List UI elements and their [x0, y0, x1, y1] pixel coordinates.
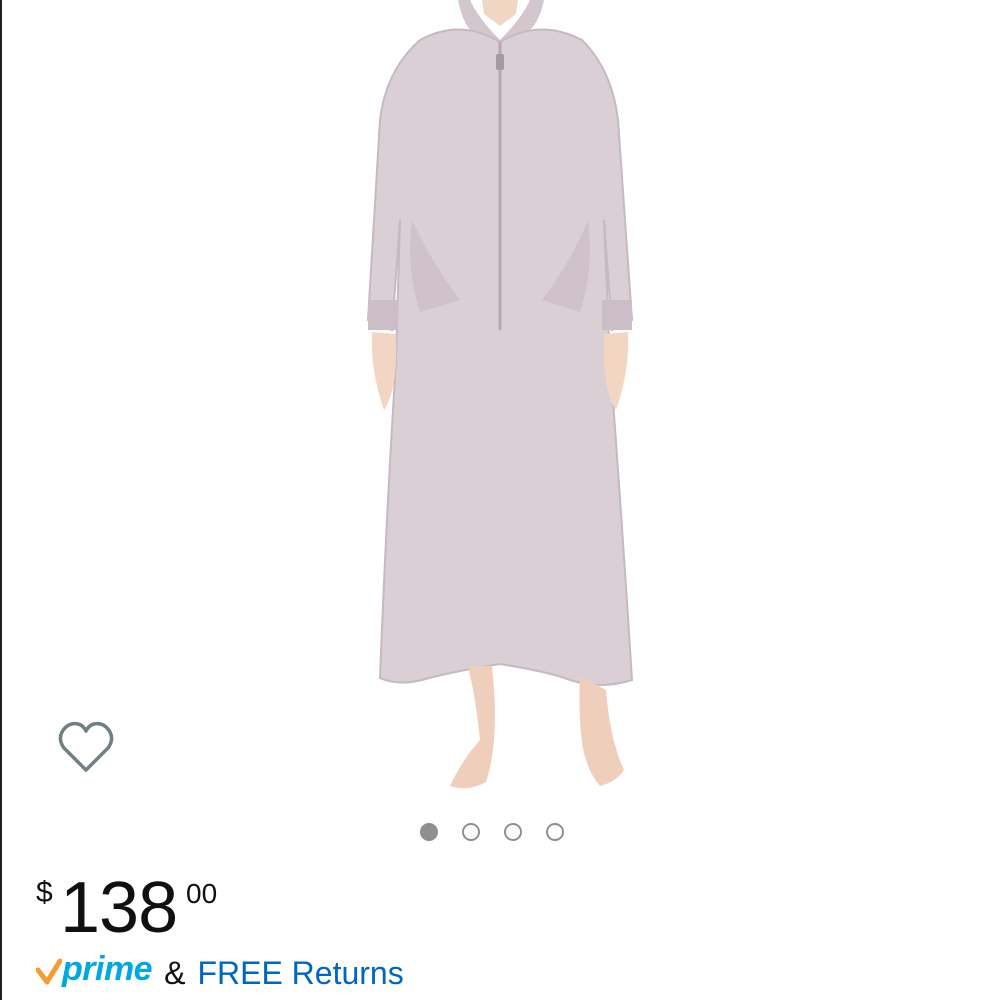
image-carousel-dots [420, 820, 564, 844]
carousel-dot[interactable] [420, 823, 438, 841]
prime-shipping-row: prime & FREE Returns [36, 950, 404, 996]
prime-logo-text: prime [62, 949, 153, 988]
free-returns-link[interactable]: FREE Returns [197, 955, 403, 992]
carousel-dot[interactable] [462, 823, 480, 841]
right-foot [579, 676, 624, 786]
screen-left-edge [0, 0, 2, 1000]
carousel-dot[interactable] [504, 823, 522, 841]
price-fraction: 00 [186, 878, 218, 909]
zipper-pull [496, 54, 504, 70]
heart-outline-icon[interactable] [56, 718, 116, 778]
carousel-dot[interactable] [546, 823, 564, 841]
right-cuff [602, 300, 632, 330]
model-neck [482, 0, 518, 26]
product-image[interactable] [350, 0, 650, 800]
ampersand: & [164, 954, 186, 991]
left-cuff [368, 300, 398, 330]
product-detail-screen: $ 138 00 prime & FREE Returns [0, 0, 1000, 1000]
price-currency-symbol: $ [36, 876, 53, 909]
price-whole: 138 [60, 868, 178, 948]
left-hand [371, 332, 397, 410]
prime-check-icon [36, 958, 62, 985]
left-foot [450, 666, 495, 789]
